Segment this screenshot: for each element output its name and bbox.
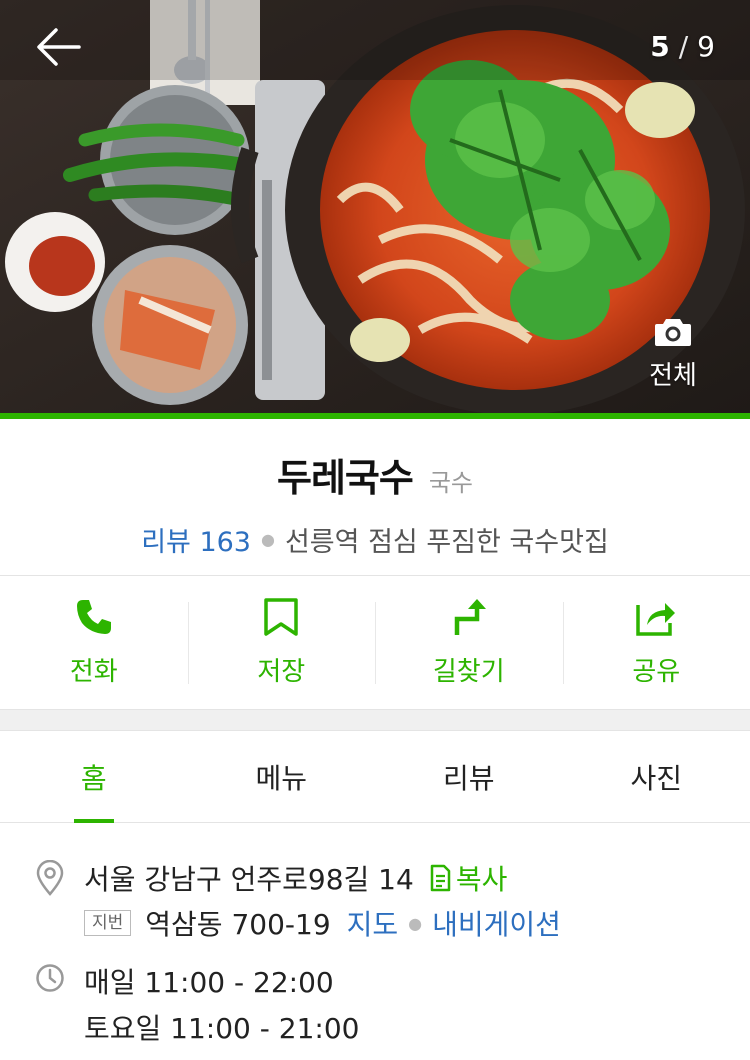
back-arrow-icon xyxy=(37,28,81,66)
bookmark-icon xyxy=(264,598,298,636)
action-bar: 전화 저장 길찾기 공유 xyxy=(0,576,750,709)
save-label: 저장 xyxy=(257,657,306,687)
place-category: 국수 xyxy=(428,469,473,497)
hero-photo[interactable]: 5/9 전체 xyxy=(0,0,750,413)
review-count-link[interactable]: 리뷰 163 xyxy=(141,520,251,559)
copy-label: 복사 xyxy=(455,863,508,896)
call-button[interactable]: 전화 xyxy=(0,576,188,709)
share-icon xyxy=(636,603,676,636)
clock-icon xyxy=(36,964,64,992)
map-link[interactable]: 지도 xyxy=(347,903,399,943)
directions-button[interactable]: 길찾기 xyxy=(375,576,563,709)
photo-total: 9 xyxy=(697,30,716,63)
place-description: 선릉역 점심 푸짐한 국수맛집 xyxy=(284,527,609,558)
tab-reviews[interactable]: 리뷰 xyxy=(375,731,563,822)
photo-counter-separator: / xyxy=(678,30,690,63)
directions-icon xyxy=(454,599,486,635)
directions-label: 길찾기 xyxy=(432,657,505,687)
photo-index: 5 xyxy=(650,30,671,63)
tab-bar: 홈 메뉴 리뷰 사진 xyxy=(0,731,750,823)
save-button[interactable]: 저장 xyxy=(187,576,376,709)
tab-home[interactable]: 홈 xyxy=(0,731,188,822)
jibun-row: 지번 역삼동 700-19 지도 ● 내비게이션 xyxy=(84,903,561,943)
separator-dot: ● xyxy=(408,913,423,933)
copy-icon xyxy=(430,864,451,892)
section-gap xyxy=(0,709,750,731)
place-name: 두레국수 xyxy=(276,456,414,500)
address-row: 서울 강남구 언주로98길 14 복사 xyxy=(84,858,507,898)
road-address: 서울 강남구 언주로98길 14 xyxy=(84,863,414,896)
tab-menu[interactable]: 메뉴 xyxy=(188,731,376,822)
camera-icon xyxy=(655,318,691,346)
photo-counter: 5/9 xyxy=(650,30,716,63)
jibun-address: 역삼동 700-19 xyxy=(145,908,331,941)
navigation-link[interactable]: 내비게이션 xyxy=(432,903,561,943)
jibun-badge: 지번 xyxy=(84,909,132,937)
location-pin-icon xyxy=(36,860,64,896)
share-button[interactable]: 공유 xyxy=(562,576,750,709)
call-label: 전화 xyxy=(69,657,118,687)
hours-saturday: 토요일 11:00 - 21:00 xyxy=(84,1012,360,1045)
all-photos-label: 전체 xyxy=(649,360,697,391)
tab-photos[interactable]: 사진 xyxy=(563,731,750,822)
back-button[interactable] xyxy=(30,22,86,72)
hours-daily: 매일 11:00 - 22:00 xyxy=(84,966,334,999)
share-label: 공유 xyxy=(632,657,681,687)
phone-icon xyxy=(76,600,111,634)
all-photos-button[interactable]: 전체 xyxy=(616,305,730,403)
copy-address-button[interactable]: 복사 xyxy=(428,858,508,898)
separator-dot: ● xyxy=(261,530,275,549)
place-header: 두레국수 국수 리뷰 163 ● 선릉역 점심 푸짐한 국수맛집 xyxy=(0,419,750,575)
